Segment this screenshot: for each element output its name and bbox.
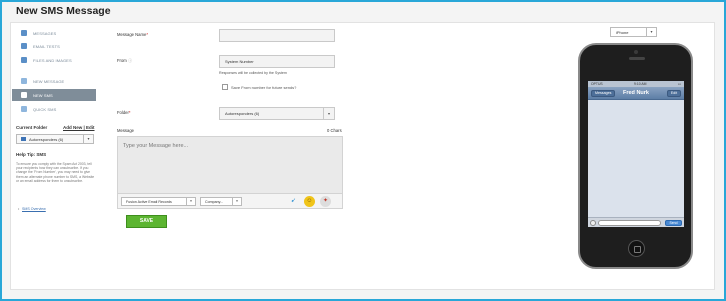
sidebar-item-email-tests[interactable]: EMAIL TESTS [12,40,96,52]
save-from-label: Save From number for future sends? [231,85,297,90]
help-tip: Help Tip: SMS To ensure you comply with … [16,152,98,211]
carrier-text: OPTUS [591,82,603,86]
help-text: To ensure you comply with the Spam Act 2… [16,162,95,183]
message-textarea[interactable]: Type your Message here... [117,136,343,194]
current-folder-select[interactable]: Autoresponders (6) ▾ [16,134,94,144]
sidebar-item-files-and-images[interactable]: FILES AND IMAGES [12,54,96,66]
time-text: 9:10 AM [634,82,647,86]
help-title: Help Tip: SMS [16,152,47,157]
folder-icon [21,137,26,141]
insert-field-select[interactable]: Fusion Active Email Records ▾ [121,197,196,206]
compose-input[interactable] [598,220,661,226]
current-folder-block: Current Folder Add New | Edit Autorespon… [16,125,96,144]
info-icon: ⓘ [127,58,133,63]
from-label: From ⓘ [117,58,132,64]
home-button[interactable] [628,240,645,257]
device-select-value: iPhone [616,29,629,35]
edit-button[interactable]: Edit [667,90,681,97]
insert-field-value: Fusion Active Email Records [126,199,172,204]
file-icon [21,57,27,63]
speaker-grille [629,57,645,60]
sidebar-item-label: NEW SMS [33,92,53,98]
phone-preview: OPTUS 9:10 AM ▭ Messages Fred Nurk Edit … [578,43,693,269]
sms-overview-link[interactable]: SMS Overview [22,207,46,211]
chevron-down-icon: ▾ [646,28,656,36]
chevron-down-icon: ▾ [83,135,93,143]
device-select[interactable]: iPhone ▾ [610,27,657,37]
envelope-icon [21,30,27,36]
char-count: 0 Chars [327,128,342,133]
phone-screen: OPTUS 9:10 AM ▭ Messages Fred Nurk Edit … [588,81,684,227]
from-label-text: From [117,58,127,63]
chevron-down-icon: ▾ [323,108,334,119]
from-number-input[interactable]: System Number [219,55,335,68]
link-icon[interactable]: ✦ [320,196,331,207]
folder-select-value: Autoresponders (6) [225,111,260,116]
bullet-icon: • [18,207,20,211]
chevron-down-icon: ▾ [232,198,241,205]
quick-sms-icon [21,106,27,112]
save-from-checkbox[interactable] [222,84,228,90]
sidebar-item-messages[interactable]: MESSAGES [12,27,96,39]
messages-nav-bar: Messages Fred Nurk Edit [588,87,684,100]
camera-button-icon[interactable] [590,220,596,226]
sidebar: MESSAGES EMAIL TESTS FILES AND IMAGES NE… [12,27,97,213]
chevron-down-icon: ▾ [186,198,195,205]
message-name-label: Message Name* [117,32,148,37]
message-name-label-text: Message Name [117,32,147,37]
folder-add-edit-links[interactable]: Add New | Edit [63,125,95,130]
company-value: Company... [205,199,224,204]
message-label: Message [117,128,134,133]
sidebar-item-label: QUICK SMS [33,106,57,112]
company-select[interactable]: Company... ▾ [200,197,242,206]
sidebar-item-new-sms[interactable]: NEW SMS [12,89,96,101]
battery-icon: ▭ [677,82,681,86]
emoticon-icon[interactable]: ☺ [304,196,315,207]
sms-icon [21,92,27,98]
current-folder-value: Autoresponders (6) [29,136,64,142]
camera-icon [634,50,638,54]
send-button[interactable]: Send [665,220,682,226]
checkbox-icon [21,43,27,49]
sidebar-item-label: NEW MESSAGE [33,78,65,84]
sidebar-item-label: EMAIL TESTS [33,43,60,49]
page-title: New SMS Message [16,5,111,17]
save-button[interactable]: SAVE [126,215,167,228]
twitter-bird-icon[interactable]: ➹ [288,196,299,207]
sidebar-item-label: FILES AND IMAGES [33,57,72,63]
sidebar-item-quick-sms[interactable]: QUICK SMS [12,103,96,115]
folder-label: Folder* [117,110,131,115]
folder-label-text: Folder [117,110,129,115]
message-toolbar: Fusion Active Email Records ▾ Company...… [117,194,343,209]
sidebar-item-label: MESSAGES [33,30,57,36]
folder-select[interactable]: Autoresponders (6) ▾ [219,107,335,120]
message-name-input[interactable] [219,29,335,42]
from-note: Responses will be collected by the Syste… [219,71,287,75]
new-message-icon [21,78,27,84]
sidebar-item-new-message[interactable]: NEW MESSAGE [12,75,96,87]
compose-bar: Send [588,217,684,227]
